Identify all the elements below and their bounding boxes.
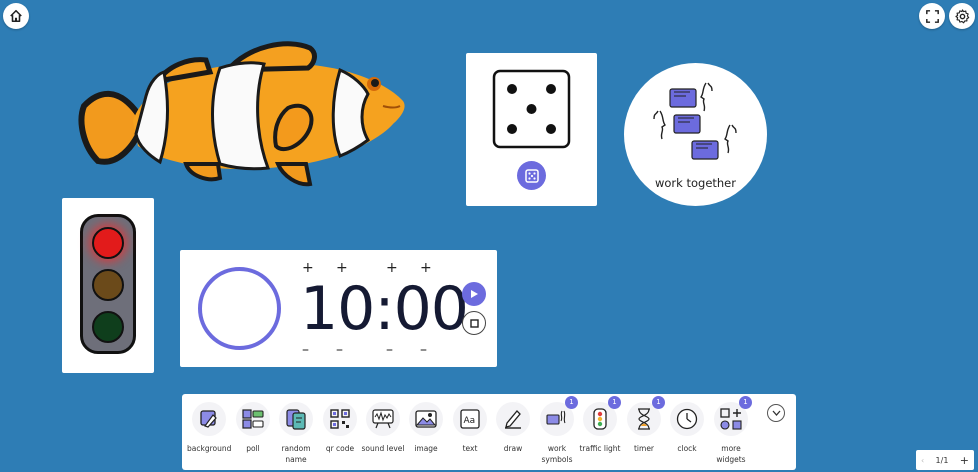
settings-button[interactable]: [949, 3, 975, 29]
toolbar-image[interactable]: image: [404, 402, 448, 454]
toolbar-more-widgets[interactable]: 1 more widgets: [709, 396, 753, 465]
hourglass-icon: [638, 408, 650, 430]
svg-text:Aa: Aa: [464, 416, 476, 426]
draw-icon: [505, 410, 521, 429]
more-widgets-icon: [720, 408, 742, 430]
chevron-down-icon: [772, 410, 780, 416]
traffic-light-housing: [80, 214, 136, 354]
home-button[interactable]: [3, 3, 29, 29]
toolbar-qr-code[interactable]: qr code: [318, 402, 362, 454]
toolbar-label: image: [414, 444, 438, 453]
toolbar-expand-button[interactable]: [767, 404, 785, 422]
toolbar-label: timer: [633, 444, 655, 453]
sound-level-icon: [372, 409, 394, 429]
seconds-tens-minus[interactable]: –: [386, 343, 393, 357]
seconds-ones-minus[interactable]: –: [420, 343, 427, 357]
badge: 1: [608, 396, 621, 409]
toolbar-work-symbols[interactable]: 1 work symbols: [535, 396, 579, 465]
timer-stop-button[interactable]: [462, 311, 486, 335]
green-light[interactable]: [92, 311, 124, 343]
add-page-button[interactable]: +: [960, 454, 969, 467]
work-together-icon: [653, 82, 737, 160]
toolbar-label: poll: [246, 444, 260, 453]
image-icon: [415, 410, 437, 428]
dice-icon: [524, 168, 539, 183]
toolbar-random-name[interactable]: random name: [274, 402, 318, 465]
play-icon: [471, 290, 478, 298]
background-icon: [200, 410, 217, 428]
toolbar-background[interactable]: background: [187, 402, 231, 454]
toolbar-label: sound level: [361, 444, 405, 453]
toolbar-text[interactable]: Aa text: [448, 402, 492, 454]
toolbar-draw[interactable]: draw: [491, 402, 535, 454]
gear-icon: [954, 8, 969, 23]
timer-display: 10:00: [300, 274, 469, 344]
toolbar-label: traffic light: [579, 444, 621, 453]
toolbar-label: draw: [503, 444, 523, 453]
poll-icon: [242, 409, 264, 429]
stop-icon: [469, 318, 479, 328]
random-name-icon: [286, 409, 306, 430]
work-symbol-label: work together: [654, 176, 736, 190]
fullscreen-button[interactable]: [919, 3, 945, 29]
clownfish-image[interactable]: [78, 36, 408, 188]
widget-toolbar: background poll random name qr code soun…: [182, 394, 796, 470]
roll-dice-button[interactable]: [517, 161, 546, 190]
clock-icon: [676, 408, 698, 430]
dice-face: [492, 69, 571, 149]
minutes-ones-minus[interactable]: –: [336, 343, 343, 357]
minutes-tens-minus[interactable]: –: [302, 343, 309, 357]
fullscreen-icon: [925, 9, 939, 23]
toolbar-label: work symbols: [541, 444, 573, 464]
traffic-light-widget[interactable]: [62, 198, 154, 373]
dice-widget[interactable]: [466, 53, 597, 206]
amber-light[interactable]: [92, 269, 124, 301]
toolbar-label: background: [187, 444, 232, 453]
work-symbols-icon: [546, 410, 566, 425]
toolbar-label: qr code: [325, 444, 355, 453]
page-indicator: 1/1: [935, 455, 949, 465]
toolbar-label: text: [462, 444, 478, 453]
home-icon: [10, 9, 22, 23]
red-light[interactable]: [92, 227, 124, 259]
work-symbol-widget[interactable]: work together: [624, 63, 767, 206]
text-icon: Aa: [460, 409, 480, 429]
badge: 1: [739, 396, 752, 409]
page-navigator: ‹ 1/1 +: [916, 450, 974, 470]
toolbar-poll[interactable]: poll: [231, 402, 275, 454]
toolbar-sound-level[interactable]: sound level: [361, 402, 405, 454]
toolbar-label: random name: [281, 444, 311, 464]
qr-code-icon: [330, 409, 350, 429]
toolbar-label: more widgets: [716, 444, 746, 464]
timer-ring: [198, 267, 281, 350]
toolbar-traffic-light[interactable]: 1 traffic light: [578, 396, 622, 454]
toolbar-clock[interactable]: clock: [665, 402, 709, 454]
badge: 1: [565, 396, 578, 409]
timer-widget[interactable]: + + + + 10:00 – – – –: [180, 250, 497, 367]
badge: 1: [652, 396, 665, 409]
chevron-left-icon[interactable]: ‹: [921, 456, 924, 465]
timer-play-button[interactable]: [462, 282, 486, 306]
toolbar-timer[interactable]: 1 timer: [622, 396, 666, 454]
toolbar-label: clock: [677, 444, 697, 453]
traffic-light-icon: [593, 408, 607, 430]
